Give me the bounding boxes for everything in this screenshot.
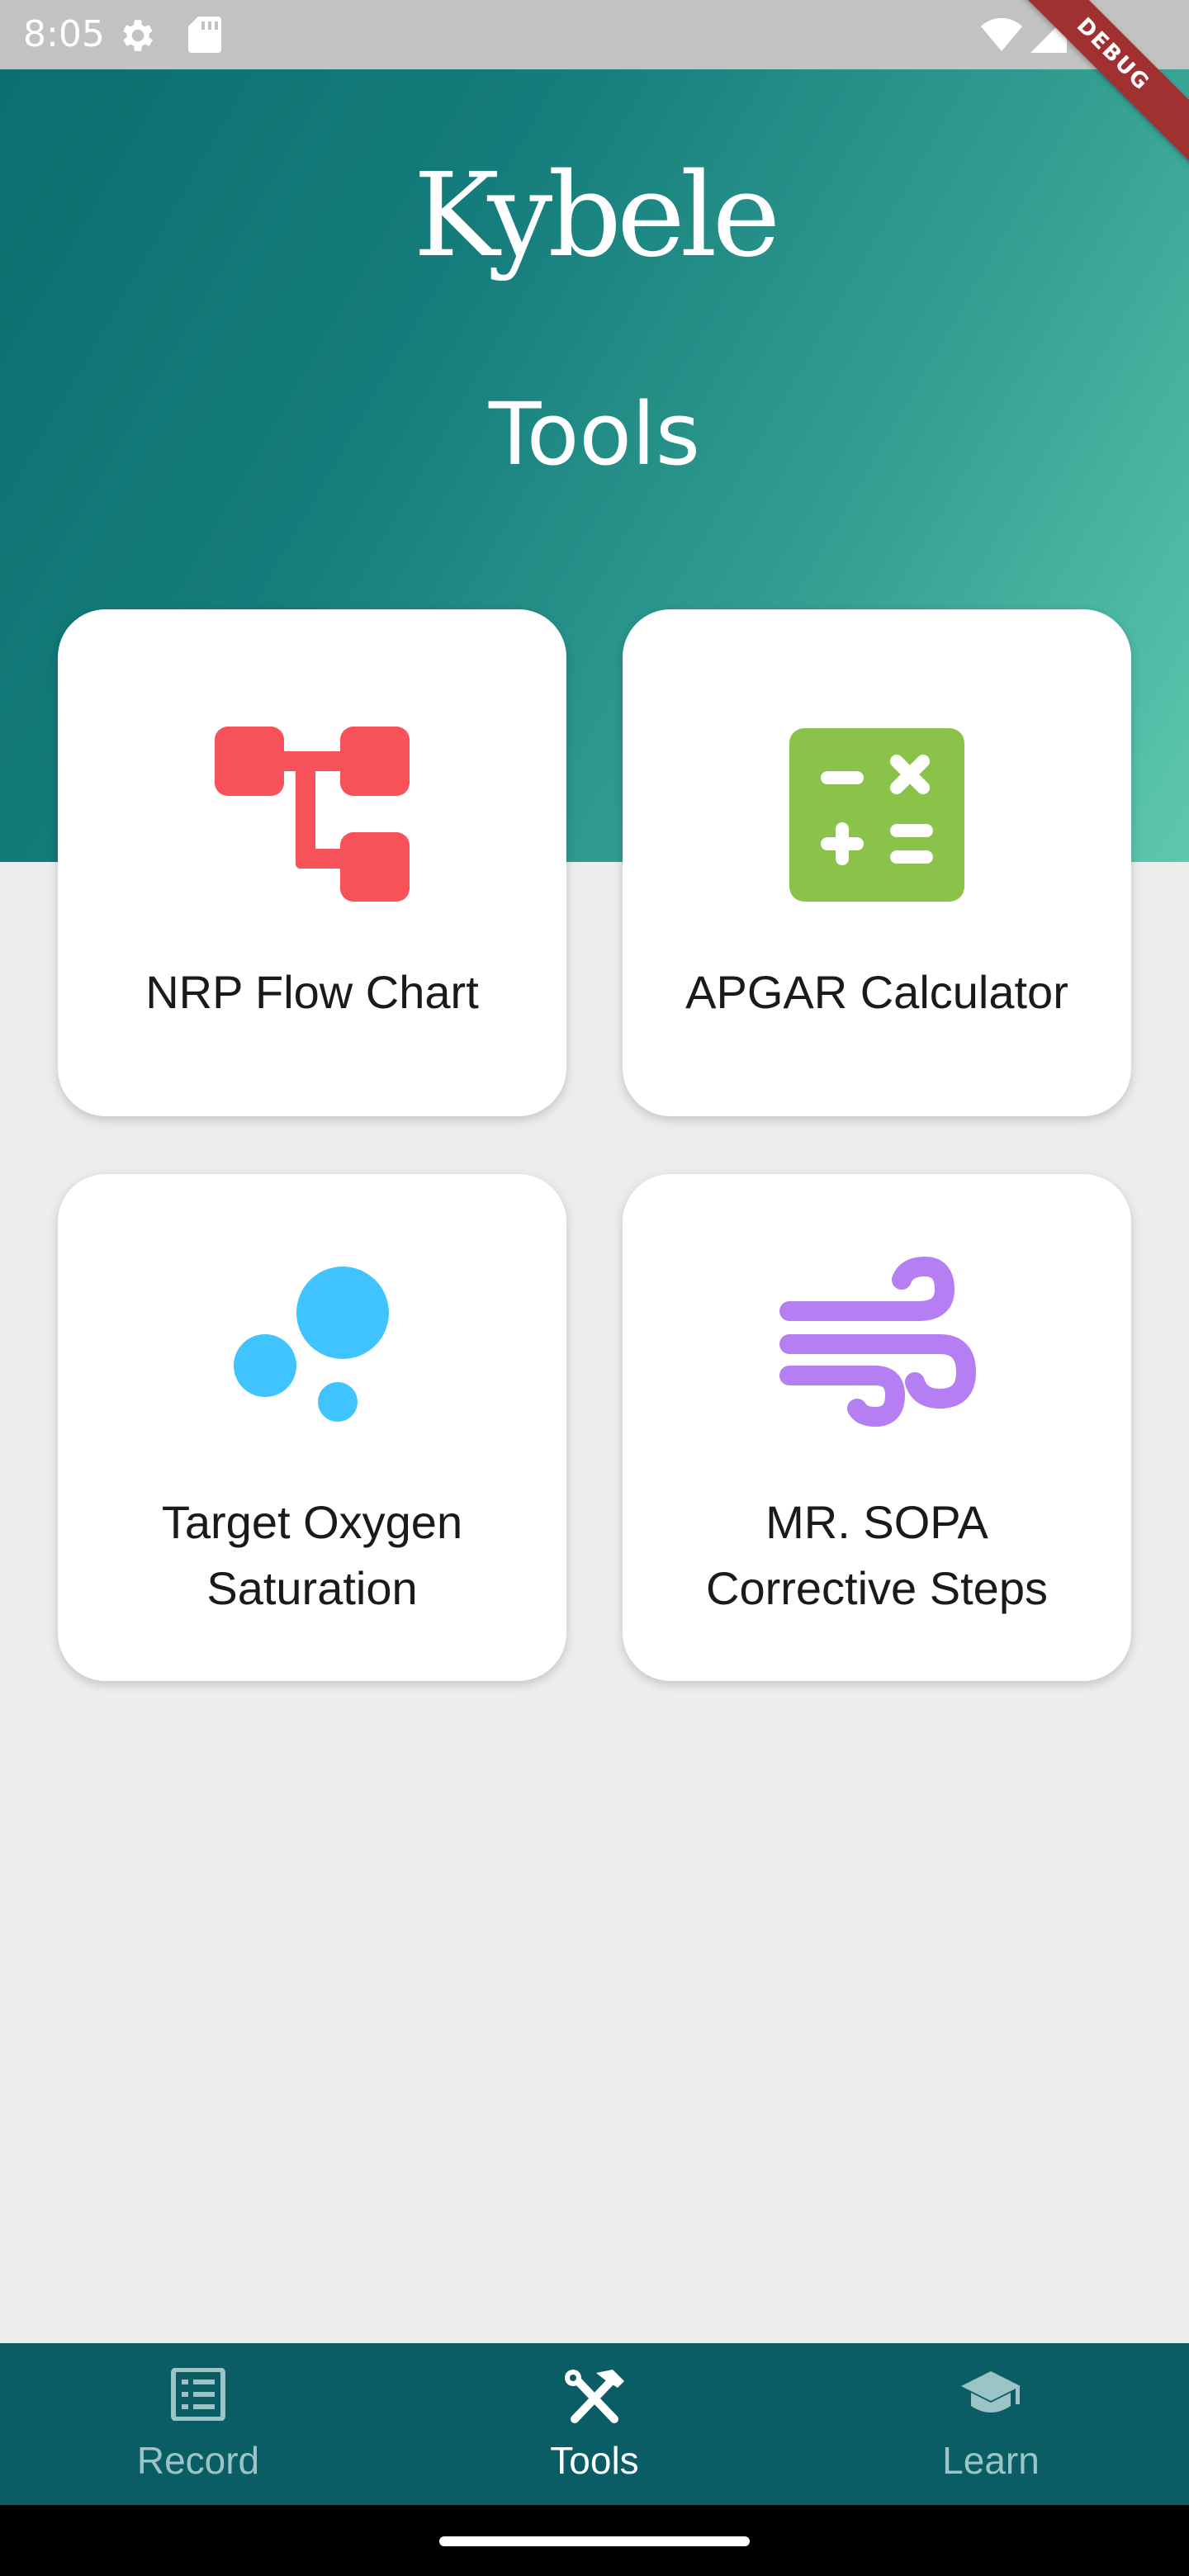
tools-icon [565, 2370, 624, 2423]
status-bar: 8:05 [0, 0, 1189, 69]
tool-label-line1: MR. SOPA [765, 1496, 988, 1548]
status-time: 8:05 [23, 13, 105, 55]
nav-item-learn[interactable]: Learn [793, 2343, 1189, 2505]
wind-icon [779, 1257, 976, 1427]
page-title: Tools [488, 384, 701, 485]
tool-label: NRP Flow Chart [145, 966, 479, 1018]
settings-icon [123, 20, 153, 51]
nav-item-tools[interactable]: Tools [396, 2343, 793, 2505]
home-indicator[interactable] [439, 2536, 750, 2546]
nav-item-record[interactable]: Record [0, 2343, 396, 2505]
flowchart-icon [215, 727, 410, 902]
nav-label: Record [136, 2439, 260, 2482]
list-icon [171, 2368, 225, 2421]
tool-card-target-oxygen-saturation[interactable]: Target Oxygen Saturation [58, 1174, 566, 1681]
tool-card-apgar-calculator[interactable]: APGAR Calculator [623, 609, 1131, 1116]
tool-card-nrp-flow-chart[interactable]: NRP Flow Chart [58, 609, 566, 1116]
tool-label-line2: Saturation [206, 1562, 418, 1614]
sd-card-icon [188, 17, 221, 53]
wifi-icon [981, 18, 1022, 51]
calculator-icon [789, 728, 964, 902]
graduation-cap-icon [961, 2371, 1021, 2413]
tool-label-line1: Target Oxygen [161, 1496, 463, 1548]
nav-label: Learn [942, 2439, 1040, 2482]
system-navigation-bar [0, 2505, 1189, 2576]
nav-label: Tools [550, 2439, 639, 2482]
tool-label: APGAR Calculator [685, 966, 1068, 1018]
bottom-navigation: Record Tools Learn [0, 2343, 1189, 2505]
brand-logo: Kybele [413, 149, 781, 283]
bubbles-icon [234, 1267, 389, 1422]
tool-card-mr-sopa[interactable]: MR. SOPA Corrective Steps [623, 1174, 1131, 1681]
tool-label-line2: Corrective Steps [706, 1562, 1048, 1614]
